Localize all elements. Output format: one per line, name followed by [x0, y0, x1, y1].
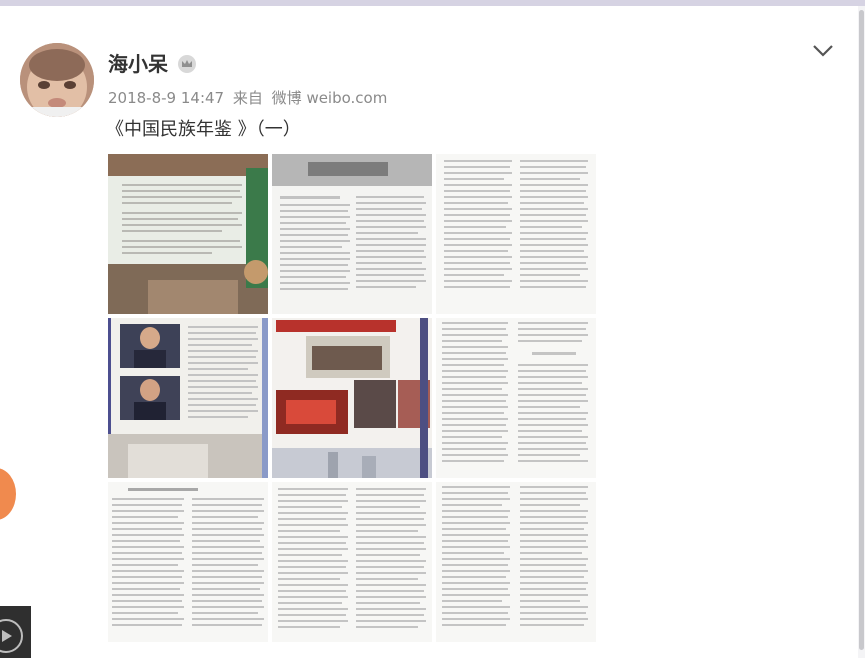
image-thumbnail-1[interactable] [108, 154, 268, 314]
post-time[interactable]: 2018-8-9 14:47 [108, 89, 224, 107]
play-icon[interactable] [0, 606, 31, 658]
avatar[interactable] [20, 43, 94, 117]
weibo-post-card: 海小呆 2018-8-9 14:47 来自 微博 weibo.com 《中国民族… [0, 6, 859, 658]
image-grid [108, 154, 596, 642]
post-source[interactable]: 微博 weibo.com [272, 89, 388, 107]
image-thumbnail-3[interactable] [436, 154, 596, 314]
image-thumbnail-9[interactable] [436, 482, 596, 642]
crown-badge-icon [178, 55, 196, 73]
author-name[interactable]: 海小呆 [108, 50, 168, 78]
image-thumbnail-8[interactable] [272, 482, 432, 642]
image-thumbnail-6[interactable] [436, 318, 596, 478]
image-thumbnail-7[interactable] [108, 482, 268, 642]
image-thumbnail-5[interactable] [272, 318, 432, 478]
post-meta: 2018-8-9 14:47 来自 微博 weibo.com [108, 88, 391, 108]
scrollbar-thumb[interactable] [859, 10, 864, 650]
video-player-thumbnail[interactable] [0, 606, 31, 658]
source-prefix: 来自 [232, 89, 263, 107]
chevron-down-icon[interactable] [812, 44, 834, 58]
post-text: 《中国民族年鉴 》（一） [106, 119, 301, 140]
image-thumbnail-2[interactable] [272, 154, 432, 314]
image-thumbnail-4[interactable] [108, 318, 268, 478]
